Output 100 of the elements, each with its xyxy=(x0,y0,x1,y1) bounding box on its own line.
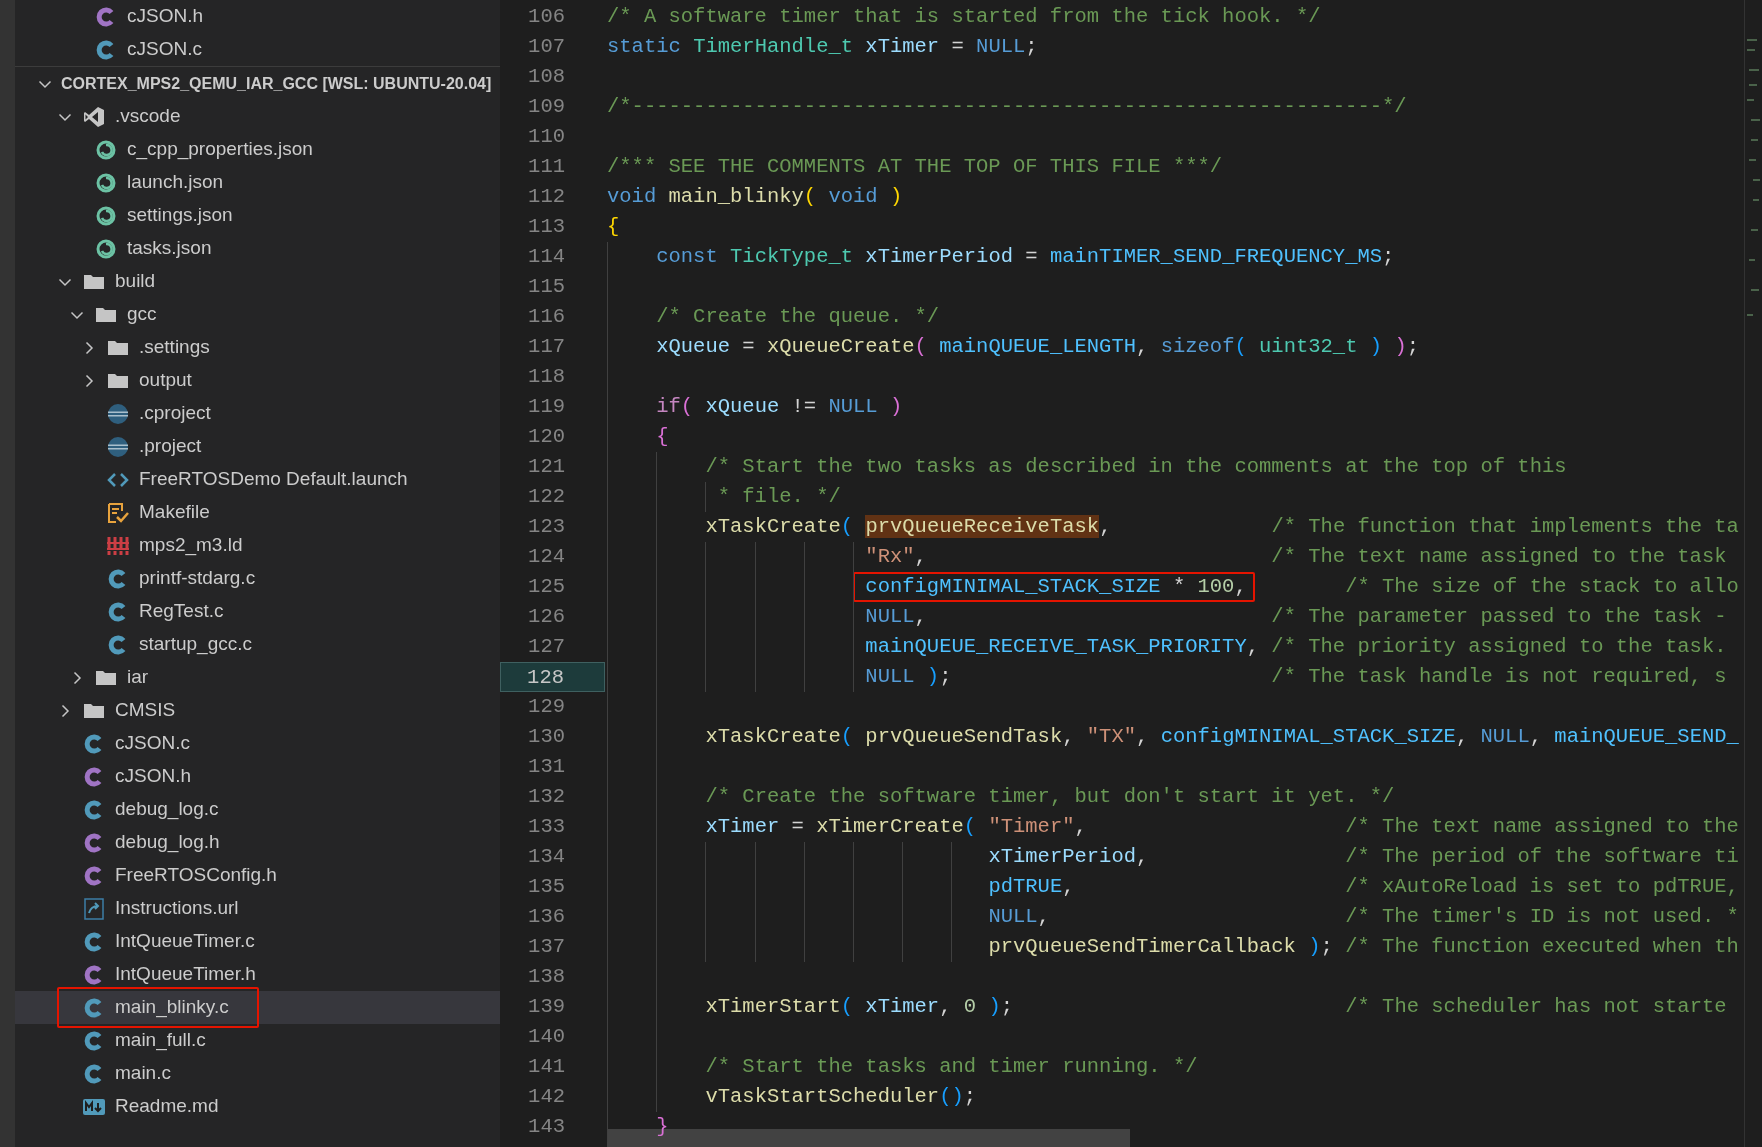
markdown-icon xyxy=(83,1098,105,1115)
line-number: 107 xyxy=(527,34,566,60)
tree-item[interactable]: cJSON.h xyxy=(15,760,500,793)
code-text: NULL, xyxy=(988,905,1050,928)
code-comment: /* The period of the software ti xyxy=(1345,845,1739,868)
tree-item[interactable]: Instructions.url xyxy=(15,892,500,925)
tree-item[interactable]: gcc xyxy=(15,298,500,331)
code-text: void main_blinky( void ) xyxy=(607,185,903,208)
line-number: 127 xyxy=(527,634,566,660)
striped-circle-icon xyxy=(107,435,129,458)
line-number: 119 xyxy=(527,394,566,420)
tree-item[interactable]: build xyxy=(15,265,500,298)
line-number: 113 xyxy=(527,214,566,240)
tree-item[interactable]: mps2_m3.ld xyxy=(15,529,500,562)
code-comment: * file. */ xyxy=(717,485,841,508)
logo-icon xyxy=(83,105,105,128)
code-text: xTimer = xTimerCreate( "Timer", xyxy=(705,815,1087,838)
line-number: 139 xyxy=(527,994,566,1020)
line-number: 122 xyxy=(527,484,566,510)
code-comment: /* The timer's ID is not used. * xyxy=(1345,905,1739,928)
code-text: { xyxy=(656,425,669,448)
code-text: mainQUEUE_RECEIVE_TASK_PRIORITY, xyxy=(865,635,1260,658)
line-number: 138 xyxy=(527,964,566,990)
tree-item[interactable]: debug_log.h xyxy=(15,826,500,859)
code-comment: /* The function that implements the ta xyxy=(1271,515,1739,538)
code-text: NULL ); xyxy=(865,665,952,688)
code-comment: /* The function executed when th xyxy=(1345,935,1739,958)
code-text: xTaskCreate( prvQueueSendTask, "TX", configMINIMAL_STACK_SIZE, NULL, mainQUEUE_SEND_ xyxy=(705,725,1739,748)
tree-item[interactable]: main_full.c xyxy=(15,1024,500,1057)
folder-icon xyxy=(83,701,105,720)
striped-circle-icon xyxy=(107,402,129,425)
tree-item[interactable]: printf-stdarg.c xyxy=(15,562,500,595)
code-comment: /* Create the software timer, but don't start it yet. */ xyxy=(705,785,1395,808)
code-text: xTaskCreate( xyxy=(705,515,854,538)
tree-item[interactable]: Makefile xyxy=(15,496,500,529)
line-number: 141 xyxy=(527,1054,566,1080)
tree-item[interactable]: RegTest.c xyxy=(15,595,500,628)
tree-item[interactable]: cJSON.h xyxy=(15,0,500,33)
tree-item[interactable]: cJSON.c xyxy=(15,727,500,760)
bars-icon xyxy=(106,534,130,557)
swirl-icon xyxy=(95,138,117,161)
tree-item[interactable]: .cproject xyxy=(15,397,500,430)
swirl-icon xyxy=(95,171,117,194)
tree-item[interactable]: CMSIS xyxy=(15,694,500,727)
tree-item[interactable]: .project xyxy=(15,430,500,463)
line-number: 110 xyxy=(527,124,566,150)
tree-item[interactable]: main.c xyxy=(15,1057,500,1090)
shortcut-icon xyxy=(84,897,104,920)
line-number: 121 xyxy=(527,454,566,480)
folder-icon xyxy=(95,305,117,324)
tree-item[interactable]: IntQueueTimer.h xyxy=(15,958,500,991)
tree-item[interactable]: Readme.md xyxy=(15,1090,500,1123)
code-text: } xyxy=(656,1115,669,1138)
code-text: xQueue = xQueueCreate( mainQUEUE_LENGTH, sizeof( uint32_t ) ); xyxy=(656,335,1419,358)
line-number: 128 xyxy=(500,662,605,692)
tree-item[interactable]: cJSON.c xyxy=(15,33,500,66)
line-number: 118 xyxy=(527,364,566,390)
code-comment: /* xAutoReload is set to pdTRUE, xyxy=(1345,875,1739,898)
tree-item[interactable]: tasks.json xyxy=(15,232,500,265)
line-number: 143 xyxy=(527,1114,566,1140)
code-comment: /* The text name assigned to the task xyxy=(1271,545,1727,568)
line-number: 117 xyxy=(527,334,566,360)
folder-icon xyxy=(83,272,105,291)
tree-item[interactable]: output xyxy=(15,364,500,397)
tree-item[interactable]: IntQueueTimer.c xyxy=(15,925,500,958)
tree-item[interactable]: settings.json xyxy=(15,199,500,232)
line-number: 125 xyxy=(527,574,566,600)
folder-icon xyxy=(107,371,129,390)
line-number: 131 xyxy=(527,754,566,780)
code-text: xTimerPeriod, xyxy=(988,845,1149,868)
section-header[interactable]: CORTEX_MPS2_QEMU_IAR_GCC [WSL: UBUNTU-20.04] xyxy=(15,67,500,100)
code-text: NULL, xyxy=(865,605,927,628)
line-number: 137 xyxy=(527,934,566,960)
line-number: 136 xyxy=(527,904,566,930)
tree-item[interactable]: FreeRTOSConfig.h xyxy=(15,859,500,892)
code-text: pdTRUE, xyxy=(988,875,1075,898)
code-comment: /* The size of the stack to allo xyxy=(1345,575,1739,598)
line-number: 133 xyxy=(527,814,566,840)
tree-item[interactable]: startup_gcc.c xyxy=(15,628,500,661)
line-number: 123 xyxy=(527,514,566,540)
line-number: 126 xyxy=(527,604,566,630)
tree-item[interactable]: c_cpp_properties.json xyxy=(15,133,500,166)
tree-item[interactable]: FreeRTOSDemo Default.launch xyxy=(15,463,500,496)
folder-icon xyxy=(95,668,117,687)
tree-item[interactable]: debug_log.c xyxy=(15,793,500,826)
line-number: 112 xyxy=(527,184,566,210)
tree-item[interactable]: iar xyxy=(15,661,500,694)
search-match: prvQueueReceiveTask xyxy=(865,515,1100,538)
swirl-icon xyxy=(95,204,117,227)
code-text: vTaskStartScheduler(); xyxy=(705,1085,977,1108)
line-number: 140 xyxy=(527,1024,566,1050)
code-comment: /* The task handle is not required, s xyxy=(1271,665,1727,688)
folder-icon xyxy=(107,338,129,357)
code-comment: /* The text name assigned to the xyxy=(1345,815,1739,838)
tree-item[interactable]: launch.json xyxy=(15,166,500,199)
code-text: "Rx", xyxy=(865,545,927,568)
code-text: xTimerStart( xTimer, 0 ); xyxy=(705,995,1013,1018)
line-number: 142 xyxy=(527,1084,566,1110)
tree-item[interactable]: .settings xyxy=(15,331,500,364)
tree-item[interactable]: .vscode xyxy=(15,100,500,133)
